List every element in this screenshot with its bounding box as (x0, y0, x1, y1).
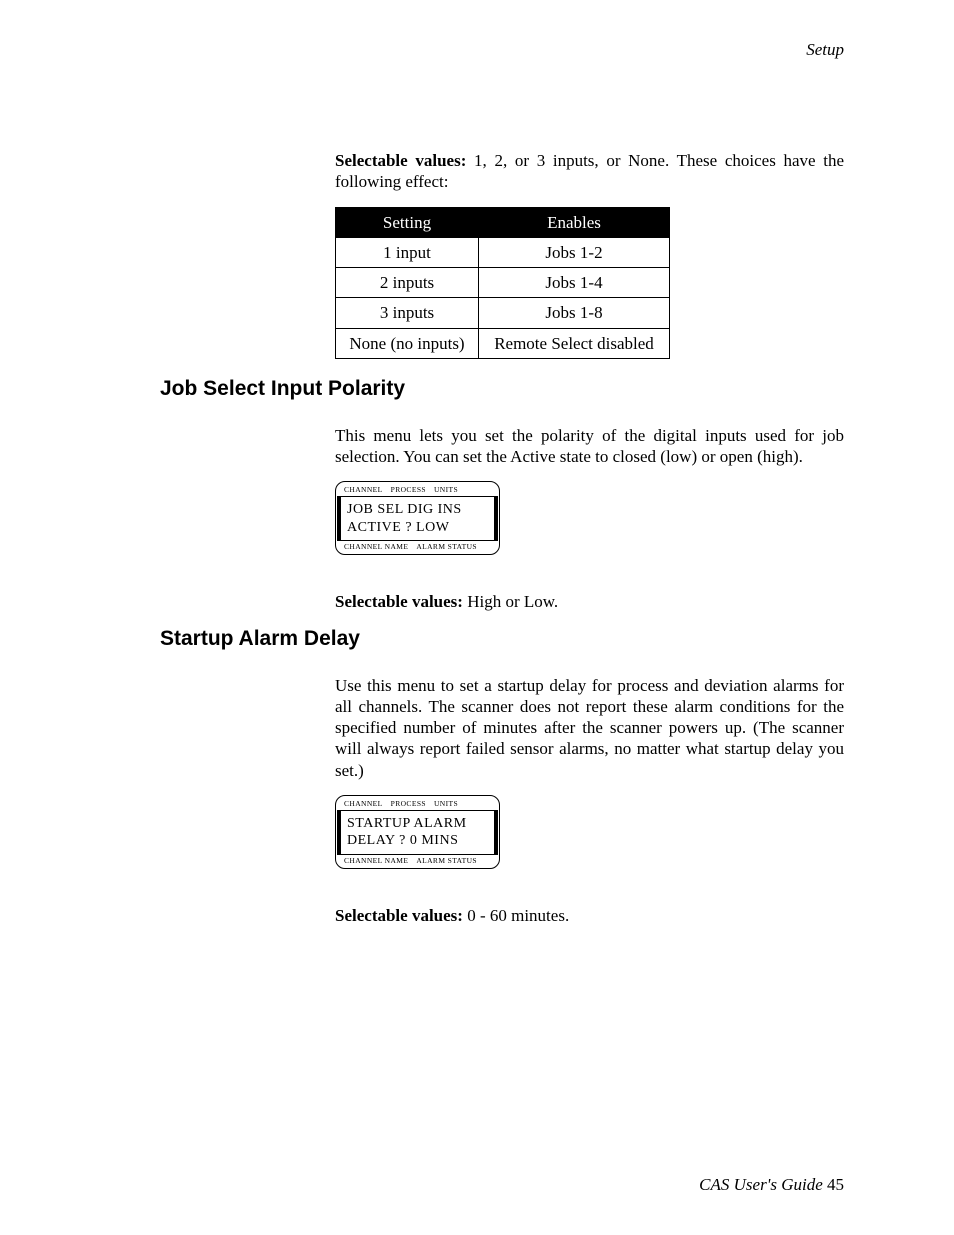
sec2-body: Use this menu to set a startup delay for… (335, 675, 844, 927)
lcd-line2: ACTIVE ? LOW (347, 519, 488, 537)
lcd-label-units: UNITS (434, 485, 458, 494)
sec1-selectable-values: Selectable values: High or Low. (335, 591, 844, 612)
lcd-label-alarm-status: ALARM STATUS (416, 542, 477, 551)
td-enables: Remote Select disabled (479, 328, 670, 358)
page-header-section: Setup (110, 40, 844, 60)
table-row: 2 inputs Jobs 1-4 (336, 268, 670, 298)
td-enables: Jobs 1-2 (479, 237, 670, 267)
sec2-selectable-values: Selectable values: 0 - 60 minutes. (335, 905, 844, 926)
td-enables: Jobs 1-4 (479, 268, 670, 298)
sec2-para: Use this menu to set a startup delay for… (335, 675, 844, 781)
sv-label: Selectable values: (335, 592, 463, 611)
lcd-label-channel: CHANNEL (344, 799, 383, 808)
lcd-label-process: PROCESS (391, 485, 426, 494)
lcd-bottom-labels: CHANNEL NAME ALARM STATUS (336, 541, 499, 553)
lcd-bottom-labels: CHANNEL NAME ALARM STATUS (336, 855, 499, 867)
table-row: 3 inputs Jobs 1-8 (336, 298, 670, 328)
lcd-main: JOB SEL DIG INS ACTIVE ? LOW (337, 496, 498, 541)
intro-selectable-values: Selectable values: 1, 2, or 3 inputs, or… (335, 150, 844, 193)
sec1-body: This menu lets you set the polarity of t… (335, 425, 844, 613)
sec1-para: This menu lets you set the polarity of t… (335, 425, 844, 468)
settings-table: Setting Enables 1 input Jobs 1-2 2 input… (335, 207, 670, 359)
footer-title: CAS User's Guide (699, 1175, 823, 1194)
lcd-display-polarity: CHANNEL PROCESS UNITS JOB SEL DIG INS ACTI… (335, 481, 500, 555)
lcd-line2: DELAY ? 0 MINS (347, 832, 488, 850)
lcd-label-units: UNITS (434, 799, 458, 808)
lcd-label-alarm-status: ALARM STATUS (416, 856, 477, 865)
td-setting: 1 input (336, 237, 479, 267)
lcd-top-labels: CHANNEL PROCESS UNITS (336, 484, 499, 496)
page-footer: CAS User's Guide 45 (699, 1175, 844, 1195)
sv-label: Selectable values: (335, 151, 466, 170)
lcd-main: STARTUP ALARM DELAY ? 0 MINS (337, 810, 498, 855)
table-header-row: Setting Enables (336, 207, 670, 237)
section-heading-polarity: Job Select Input Polarity (160, 377, 844, 401)
lcd-display-startup: CHANNEL PROCESS UNITS STARTUP ALARM DELAY … (335, 795, 500, 869)
td-setting: 3 inputs (336, 298, 479, 328)
footer-page-number: 45 (827, 1175, 844, 1194)
lcd-label-channel-name: CHANNEL NAME (344, 542, 408, 551)
th-enables: Enables (479, 207, 670, 237)
table-row: None (no inputs) Remote Select disabled (336, 328, 670, 358)
sv-label: Selectable values: (335, 906, 463, 925)
section-heading-startup: Startup Alarm Delay (160, 627, 844, 651)
td-setting: 2 inputs (336, 268, 479, 298)
lcd-label-channel-name: CHANNEL NAME (344, 856, 408, 865)
lcd-line1: JOB SEL DIG INS (347, 501, 488, 519)
table-row: 1 input Jobs 1-2 (336, 237, 670, 267)
lcd-top-labels: CHANNEL PROCESS UNITS (336, 798, 499, 810)
sv-text: High or Low. (463, 592, 558, 611)
th-setting: Setting (336, 207, 479, 237)
intro-block: Selectable values: 1, 2, or 3 inputs, or… (335, 150, 844, 359)
sv-text: 0 - 60 minutes. (463, 906, 569, 925)
lcd-line1: STARTUP ALARM (347, 815, 488, 833)
lcd-label-process: PROCESS (391, 799, 426, 808)
lcd-label-channel: CHANNEL (344, 485, 383, 494)
td-setting: None (no inputs) (336, 328, 479, 358)
td-enables: Jobs 1-8 (479, 298, 670, 328)
